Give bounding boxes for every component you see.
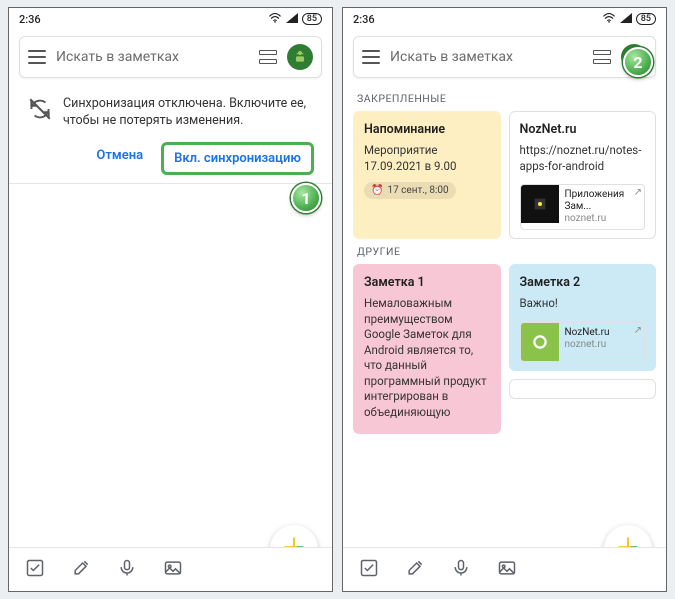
battery-indicator: 85 — [636, 13, 656, 25]
note-body: Мероприятие 17.09.2021 в 9.00 — [364, 143, 490, 174]
note-title: Напоминание — [364, 122, 490, 137]
enable-sync-button[interactable]: Вкл. синхронизацию — [161, 142, 314, 175]
note-title: Заметка 1 — [364, 275, 490, 290]
wifi-icon — [268, 13, 282, 26]
screenshot-right: 2:36 85 Искать в заметках ЗАКРЕПЛЕННЫЕ Н… — [342, 7, 667, 592]
status-bar: 2:36 85 — [9, 8, 332, 30]
search-placeholder: Искать в заметках — [390, 49, 583, 65]
note-reminder[interactable]: Напоминание Мероприятие 17.09.2021 в 9.0… — [353, 111, 501, 239]
menu-icon[interactable] — [362, 50, 380, 64]
divider — [9, 183, 332, 184]
checkbox-icon[interactable] — [25, 558, 45, 582]
section-others: ДРУГИЕ — [343, 239, 666, 264]
reminder-chip[interactable]: ⏰ 17 сент., 8:00 — [364, 182, 456, 199]
alarm-icon: ⏰ — [371, 185, 383, 196]
signal-icon — [286, 13, 298, 26]
note-title: NozNet.ru — [520, 122, 646, 137]
grid-view-icon[interactable] — [259, 50, 277, 64]
search-bar[interactable]: Искать в заметках — [353, 36, 656, 78]
cancel-button[interactable]: Отмена — [92, 142, 147, 175]
note-body: https://noznet.ru/notes-apps-for-android — [520, 143, 646, 174]
search-placeholder: Искать в заметках — [56, 49, 249, 65]
screenshot-left: 2:36 85 Искать в заметках — [8, 7, 333, 592]
bottom-toolbar — [9, 547, 332, 591]
open-external-icon[interactable]: ↗ — [634, 187, 642, 198]
battery-indicator: 85 — [302, 13, 322, 25]
open-external-icon[interactable]: ↗ — [634, 325, 642, 336]
signal-icon — [620, 13, 632, 26]
sync-prompt: Синхронизация отключена. Включите ее, чт… — [19, 86, 322, 175]
mic-icon[interactable] — [451, 558, 471, 582]
callout-1: 1 — [291, 183, 321, 213]
search-bar[interactable]: Искать в заметках — [19, 36, 322, 78]
note-noznet[interactable]: NozNet.ru https://noznet.ru/notes-apps-f… — [509, 111, 657, 239]
note-2[interactable]: Заметка 2 Важно! NozNet.ru noznet.ru ↗ — [509, 264, 657, 371]
bottom-toolbar — [343, 547, 666, 591]
menu-icon[interactable] — [28, 50, 46, 64]
mic-icon[interactable] — [117, 558, 137, 582]
brush-icon[interactable] — [405, 558, 425, 582]
status-time: 2:36 — [19, 13, 41, 26]
note-body: Важно! — [520, 296, 646, 312]
image-icon[interactable] — [497, 558, 517, 582]
checkbox-icon[interactable] — [359, 558, 379, 582]
section-pinned: ЗАКРЕПЛЕННЫЕ — [343, 86, 666, 111]
avatar[interactable] — [287, 44, 313, 70]
note-1[interactable]: Заметка 1 Немаловажным преимуществом Goo… — [353, 264, 501, 434]
link-preview[interactable]: Приложения Зам... noznet.ru ↗ — [520, 184, 646, 230]
grid-view-icon[interactable] — [593, 50, 611, 64]
status-bar: 2:36 85 — [343, 8, 666, 30]
callout-2: 2 — [623, 47, 653, 77]
link-preview[interactable]: NozNet.ru noznet.ru ↗ — [520, 322, 646, 362]
status-time: 2:36 — [353, 13, 375, 26]
sync-message: Синхронизация отключена. Включите ее, чт… — [63, 96, 314, 130]
note-title: Заметка 2 — [520, 275, 646, 290]
sync-off-icon — [27, 96, 53, 126]
note-body: Немаловажным преимуществом Google Замето… — [364, 296, 490, 420]
note-partial[interactable] — [509, 379, 657, 399]
brush-icon[interactable] — [71, 558, 91, 582]
wifi-icon — [602, 13, 616, 26]
image-icon[interactable] — [163, 558, 183, 582]
